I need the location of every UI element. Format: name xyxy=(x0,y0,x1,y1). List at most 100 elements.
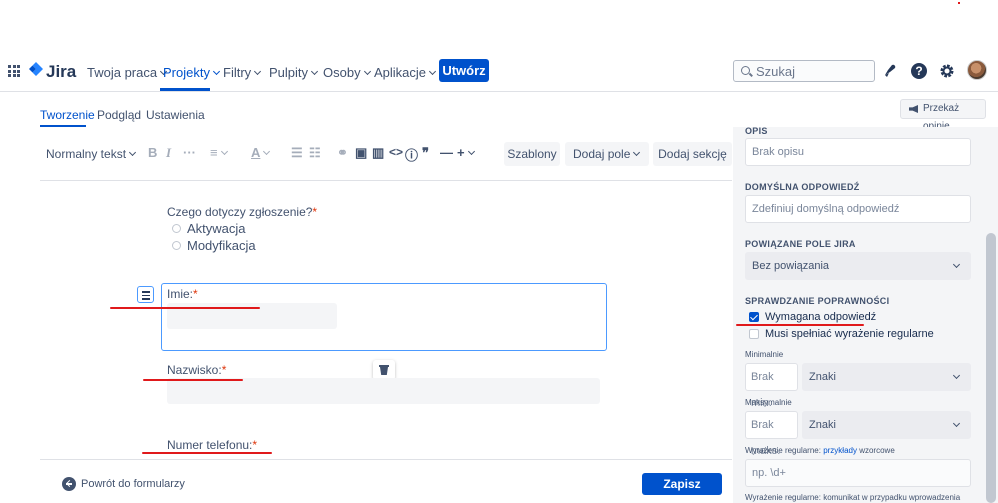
tab-create[interactable]: Tworzenie xyxy=(40,108,95,122)
more-formatting-icon[interactable]: ··· xyxy=(183,145,196,160)
drag-handle-icon[interactable] xyxy=(137,286,154,303)
nav-active-indicator xyxy=(160,88,210,91)
numbered-list-icon[interactable]: ☷ xyxy=(309,145,321,161)
nav-item-your-work[interactable]: Twoja praca xyxy=(87,65,168,80)
min-label: Minimalnie xyxy=(745,350,784,359)
chevron-down-icon xyxy=(254,67,262,76)
chevron-down-icon xyxy=(467,147,475,156)
nav-item-filters[interactable]: Filtry xyxy=(223,65,262,80)
linked-field-select[interactable]: Bez powiązania xyxy=(745,252,971,280)
annotation-underline xyxy=(142,452,272,454)
chevron-down-icon xyxy=(952,371,961,380)
info-panel-icon[interactable]: ⓘ xyxy=(405,145,418,164)
annotation-underline xyxy=(736,324,864,326)
editor-toolbar: Normalny tekst B I ··· ≡ A ☰ ☷ ⚭ ▣ ▥ <> … xyxy=(40,142,732,166)
trash-icon xyxy=(379,365,389,367)
min-length-input[interactable]: Brak min. xyxy=(745,363,798,409)
layout-columns-icon[interactable]: ▥ xyxy=(372,145,384,161)
validation-heading: SPRAWDZANIE POPRAWNOŚCI xyxy=(745,296,890,306)
chevron-down-icon xyxy=(363,67,371,76)
italic-icon[interactable]: I xyxy=(166,145,171,161)
max-label: Maksymalnie xyxy=(745,398,792,407)
default-answer-heading: DOMYŚLNA ODPOWIEDŹ xyxy=(745,182,860,192)
tab-settings[interactable]: Ustawienia xyxy=(146,108,205,122)
search-placeholder: Szukaj xyxy=(756,64,796,79)
nav-item-apps[interactable]: Aplikacje xyxy=(374,65,437,80)
text-style-dropdown[interactable]: Normalny tekst xyxy=(46,147,137,161)
search-icon xyxy=(741,66,750,75)
create-button[interactable]: Utwórz xyxy=(439,59,489,82)
subtab-active-indicator xyxy=(40,125,86,127)
max-length-input[interactable]: Brak maks. xyxy=(745,411,798,457)
chevron-down-icon xyxy=(952,419,961,428)
jira-logo-text[interactable]: Jira xyxy=(46,62,76,82)
question-label: Czego dotyczy zgłoszenie?* xyxy=(167,205,318,219)
settings-gear-icon[interactable] xyxy=(939,63,955,79)
jira-logo-icon[interactable] xyxy=(29,62,43,80)
panel-scrollbar-thumb[interactable] xyxy=(986,233,996,503)
required-answer-checkbox[interactable] xyxy=(749,312,759,322)
description-input[interactable]: Brak opisu xyxy=(745,138,971,166)
nav-item-people[interactable]: Osoby xyxy=(323,65,371,80)
regex-checkbox[interactable] xyxy=(749,329,759,339)
field-label-first-name: Imie:* xyxy=(167,287,198,301)
chevron-down-icon xyxy=(263,147,271,156)
horizontal-rule-icon[interactable]: — xyxy=(440,145,453,160)
chevron-down-icon xyxy=(220,147,228,156)
app-switcher-icon[interactable] xyxy=(8,65,20,77)
field-label-phone: Numer telefonu:* xyxy=(167,438,258,452)
text-color-icon[interactable]: A xyxy=(251,145,271,160)
regex-examples-link[interactable]: przykłady xyxy=(823,446,857,455)
help-icon[interactable]: ? xyxy=(911,63,927,79)
code-icon[interactable]: <> xyxy=(389,145,403,159)
regex-message-label: Wyrażenie regularne: komunikat w przypad… xyxy=(745,493,961,502)
insert-icon[interactable]: + xyxy=(457,145,475,160)
bullet-list-icon[interactable]: ☰ xyxy=(291,145,303,161)
radio-label-activation: Aktywacja xyxy=(187,221,246,236)
top-navigation: Jira Twoja praca Projekty Filtry Pulpity… xyxy=(0,55,998,92)
back-arrow-icon[interactable] xyxy=(62,477,76,491)
add-section-button[interactable]: Dodaj sekcję xyxy=(653,142,732,166)
notifications-icon[interactable] xyxy=(882,63,898,79)
editor-footer: Powrót do formularzy Zapisz zmiany xyxy=(40,459,732,503)
chevron-down-icon xyxy=(633,148,641,157)
search-input[interactable]: Szukaj xyxy=(733,60,875,82)
tab-preview[interactable]: Podgląd xyxy=(97,108,141,122)
last-name-input[interactable] xyxy=(167,378,600,404)
field-label-last-name: Nazwisko:* xyxy=(167,363,227,377)
description-heading: OPIS xyxy=(745,127,768,136)
back-to-forms-link[interactable]: Powrót do formularzy xyxy=(81,478,185,490)
annotation-underline xyxy=(110,307,260,309)
templates-button[interactable]: Szablony xyxy=(504,142,560,166)
quote-icon[interactable]: ❞ xyxy=(422,145,429,161)
add-field-button[interactable]: Dodaj pole xyxy=(565,142,649,166)
chevron-down-icon xyxy=(128,148,137,157)
linked-field-heading: POWIĄZANE POLE JIRA xyxy=(745,239,856,249)
min-unit-select[interactable]: Znaki xyxy=(802,363,971,391)
field-properties-panel: OPIS Brak opisu DOMYŚLNA ODPOWIEDŹ Zdefi… xyxy=(733,127,998,503)
give-feedback-button[interactable]: Przekaż opinię xyxy=(900,99,986,132)
regex-label: Musi spełniać wyrażenie regularne xyxy=(765,328,934,340)
save-changes-button[interactable]: Zapisz zmiany xyxy=(642,473,722,503)
bold-icon[interactable]: B xyxy=(148,145,157,160)
default-answer-input[interactable]: Zdefiniuj domyślną odpowiedź xyxy=(745,195,971,223)
nav-item-dashboards[interactable]: Pulpity xyxy=(269,65,319,80)
chevron-down-icon xyxy=(310,67,319,76)
link-icon[interactable]: ⚭ xyxy=(337,145,348,161)
max-unit-select[interactable]: Znaki xyxy=(802,411,971,439)
nav-item-projects[interactable]: Projekty xyxy=(163,65,221,80)
image-icon[interactable]: ▣ xyxy=(355,145,367,161)
chevron-down-icon xyxy=(212,67,221,76)
regex-input[interactable]: np. \d+ xyxy=(745,459,971,487)
delete-field-button[interactable] xyxy=(373,360,395,380)
radio-label-modification: Modyfikacja xyxy=(187,238,256,253)
align-icon[interactable]: ≡ xyxy=(210,145,228,160)
chevron-down-icon xyxy=(428,67,437,76)
annotation-dot xyxy=(958,2,960,4)
avatar[interactable] xyxy=(967,60,987,80)
megaphone-icon xyxy=(909,105,918,113)
radio-activation[interactable] xyxy=(172,224,181,233)
radio-modification[interactable] xyxy=(172,241,181,250)
toolbar-divider xyxy=(40,180,732,181)
regex-hint: Wyrażenie regularne: przykłady wzorcowe xyxy=(745,446,895,455)
